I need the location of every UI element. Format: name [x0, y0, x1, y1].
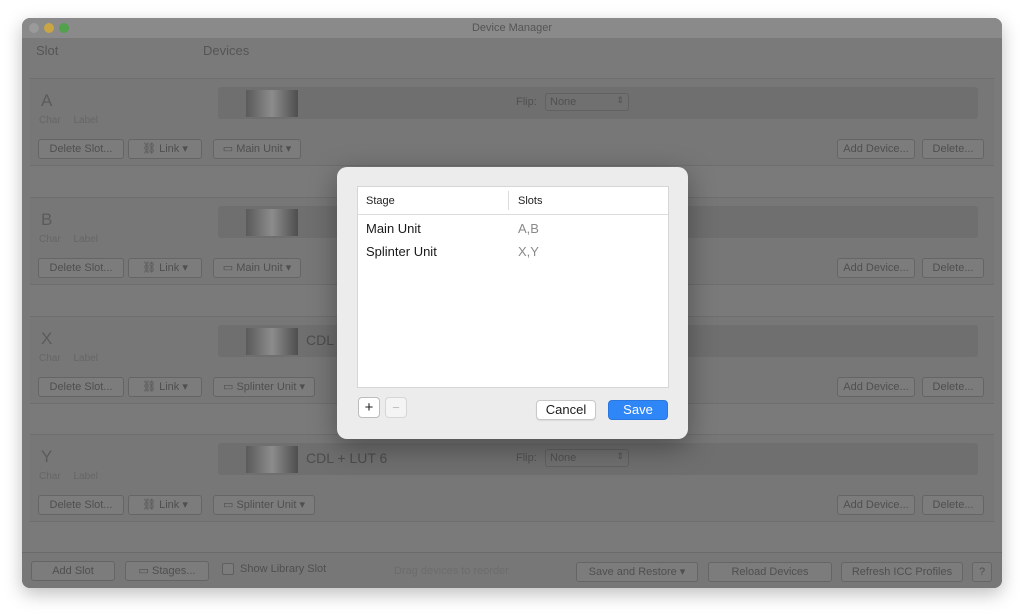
stage-cell: Splinter Unit	[366, 244, 437, 259]
cancel-button[interactable]: Cancel	[536, 400, 596, 420]
modal-overlay: Stage Slots Main Unit A,B Splinter Unit …	[0, 0, 1024, 613]
add-stage-button[interactable]: +	[358, 397, 380, 418]
stages-table: Stage Slots Main Unit A,B Splinter Unit …	[357, 186, 669, 388]
table-row[interactable]: Splinter Unit X,Y	[358, 240, 668, 263]
column-divider	[508, 191, 509, 210]
stage-column-header[interactable]: Stage	[366, 195, 395, 207]
slots-cell: X,Y	[518, 244, 539, 259]
remove-stage-button[interactable]: −	[385, 397, 407, 418]
table-row[interactable]: Main Unit A,B	[358, 217, 668, 240]
slots-cell: A,B	[518, 221, 539, 236]
slots-column-header[interactable]: Slots	[518, 195, 542, 207]
save-button[interactable]: Save	[608, 400, 668, 420]
table-header: Stage Slots	[358, 187, 668, 215]
stages-dialog: Stage Slots Main Unit A,B Splinter Unit …	[337, 167, 688, 439]
stage-cell: Main Unit	[366, 221, 421, 236]
